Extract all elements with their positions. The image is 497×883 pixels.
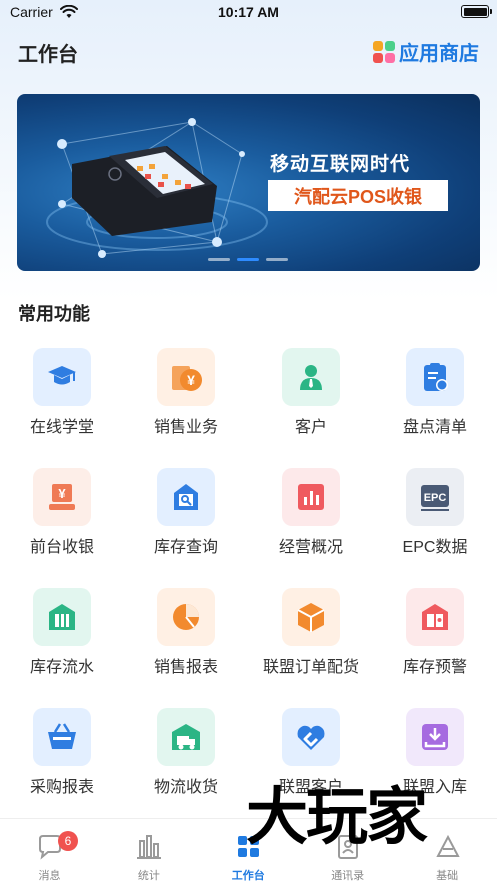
function-label: 销售报表: [153, 659, 218, 676]
tab-label: 工作台: [231, 870, 265, 882]
function-label: 库存流水: [29, 659, 94, 676]
function-item[interactable]: 盘点清单: [373, 340, 497, 450]
banner-headline: 移动互联网时代: [270, 154, 411, 175]
banner-pagination: [208, 258, 288, 261]
package-icon: [282, 588, 340, 646]
graduation-cap-icon: [33, 348, 91, 406]
svg-text:EPC: EPC: [424, 492, 447, 504]
cash-register-icon: ¥: [33, 468, 91, 526]
base-icon: [434, 833, 462, 861]
function-item[interactable]: 在线学堂: [0, 340, 124, 450]
epc-icon: EPC: [406, 468, 464, 526]
function-label: 采购报表: [29, 779, 94, 796]
function-label: 销售业务: [153, 419, 218, 436]
function-item[interactable]: 经营概况: [249, 460, 373, 570]
banner-dot-active[interactable]: [237, 258, 259, 261]
function-item[interactable]: 销售报表: [124, 580, 248, 690]
warehouse-flow-icon: [33, 588, 91, 646]
function-label: EPC数据: [402, 539, 468, 556]
banner-subtitle: 汽配云POS收银: [268, 180, 448, 211]
function-item[interactable]: 联盟订单配货: [249, 580, 373, 690]
bar-chart-icon: [282, 468, 340, 526]
alliance-icon: [282, 708, 340, 766]
stock-alert-icon: [406, 588, 464, 646]
function-item[interactable]: 库存流水: [0, 580, 124, 690]
function-item[interactable]: 库存预警: [373, 580, 497, 690]
inventory-list-icon: [406, 348, 464, 406]
function-item[interactable]: ¥ 销售业务: [124, 340, 248, 450]
statistics-icon: [135, 833, 163, 861]
function-label: 库存查询: [153, 539, 218, 556]
function-label: 前台收银: [29, 539, 94, 556]
battery-icon: [461, 5, 492, 18]
function-label: 经营概况: [278, 539, 343, 556]
section-title: 常用功能: [18, 304, 90, 324]
top-header: 工作台 应用商店: [0, 26, 497, 76]
status-bar: Carrier 10:17 AM: [0, 0, 497, 26]
function-item[interactable]: 物流收货: [124, 700, 248, 810]
app-store-label: 应用商店: [399, 43, 479, 65]
function-item[interactable]: 客户: [249, 340, 373, 450]
function-item[interactable]: 库存查询: [124, 460, 248, 570]
promo-banner[interactable]: 移动互联网时代 汽配云POS收银: [17, 94, 480, 271]
svg-text:¥: ¥: [58, 486, 66, 501]
function-item[interactable]: EPC EPC数据: [373, 460, 497, 570]
tab-label: 统计: [137, 870, 160, 882]
function-label: 客户: [294, 419, 327, 436]
page-title: 工作台: [18, 44, 78, 66]
function-label: 盘点清单: [402, 419, 467, 436]
clock: 10:17 AM: [218, 4, 279, 20]
tab-1[interactable]: 统计: [99, 819, 198, 883]
yen-bill-icon: ¥: [157, 348, 215, 406]
unread-badge: 6: [58, 831, 78, 851]
function-label: 联盟订单配货: [262, 659, 359, 676]
banner-dot[interactable]: [208, 258, 230, 261]
tab-label: 基础: [436, 870, 459, 882]
function-label: 在线学堂: [29, 419, 94, 436]
pie-chart-icon: [157, 588, 215, 646]
app-store-button[interactable]: 应用商店: [373, 37, 479, 66]
svg-text:¥: ¥: [187, 372, 195, 388]
function-item[interactable]: 采购报表: [0, 700, 124, 810]
delivery-truck-icon: [157, 708, 215, 766]
banner-dot[interactable]: [266, 258, 288, 261]
inbound-tray-icon: [406, 708, 464, 766]
function-label: 物流收货: [153, 779, 218, 796]
stock-search-icon: [157, 468, 215, 526]
basket-icon: [33, 708, 91, 766]
tab-0[interactable]: 6 消息: [0, 819, 99, 883]
function-item[interactable]: ¥ 前台收银: [0, 460, 124, 570]
watermark-text: 大玩家: [246, 780, 428, 853]
function-label: 库存预警: [402, 659, 467, 676]
tab-label: 通讯录: [331, 870, 365, 882]
app-store-icon: [373, 40, 395, 63]
tab-label: 消息: [38, 870, 61, 882]
person-icon: [282, 348, 340, 406]
